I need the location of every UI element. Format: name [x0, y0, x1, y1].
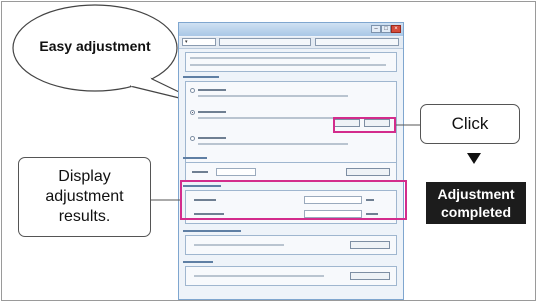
display-results-label: Display adjustment results. [45, 168, 124, 225]
click-callout: Click [420, 104, 520, 144]
click-label: Click [451, 114, 489, 133]
adjustment-completed-label: Adjustment completed [437, 186, 515, 220]
display-results-callout: Display adjustment results. [18, 157, 151, 237]
adjustment-completed-box: Adjustment completed [426, 182, 526, 224]
down-arrow-icon [467, 153, 481, 164]
connector-lines [151, 124, 420, 201]
